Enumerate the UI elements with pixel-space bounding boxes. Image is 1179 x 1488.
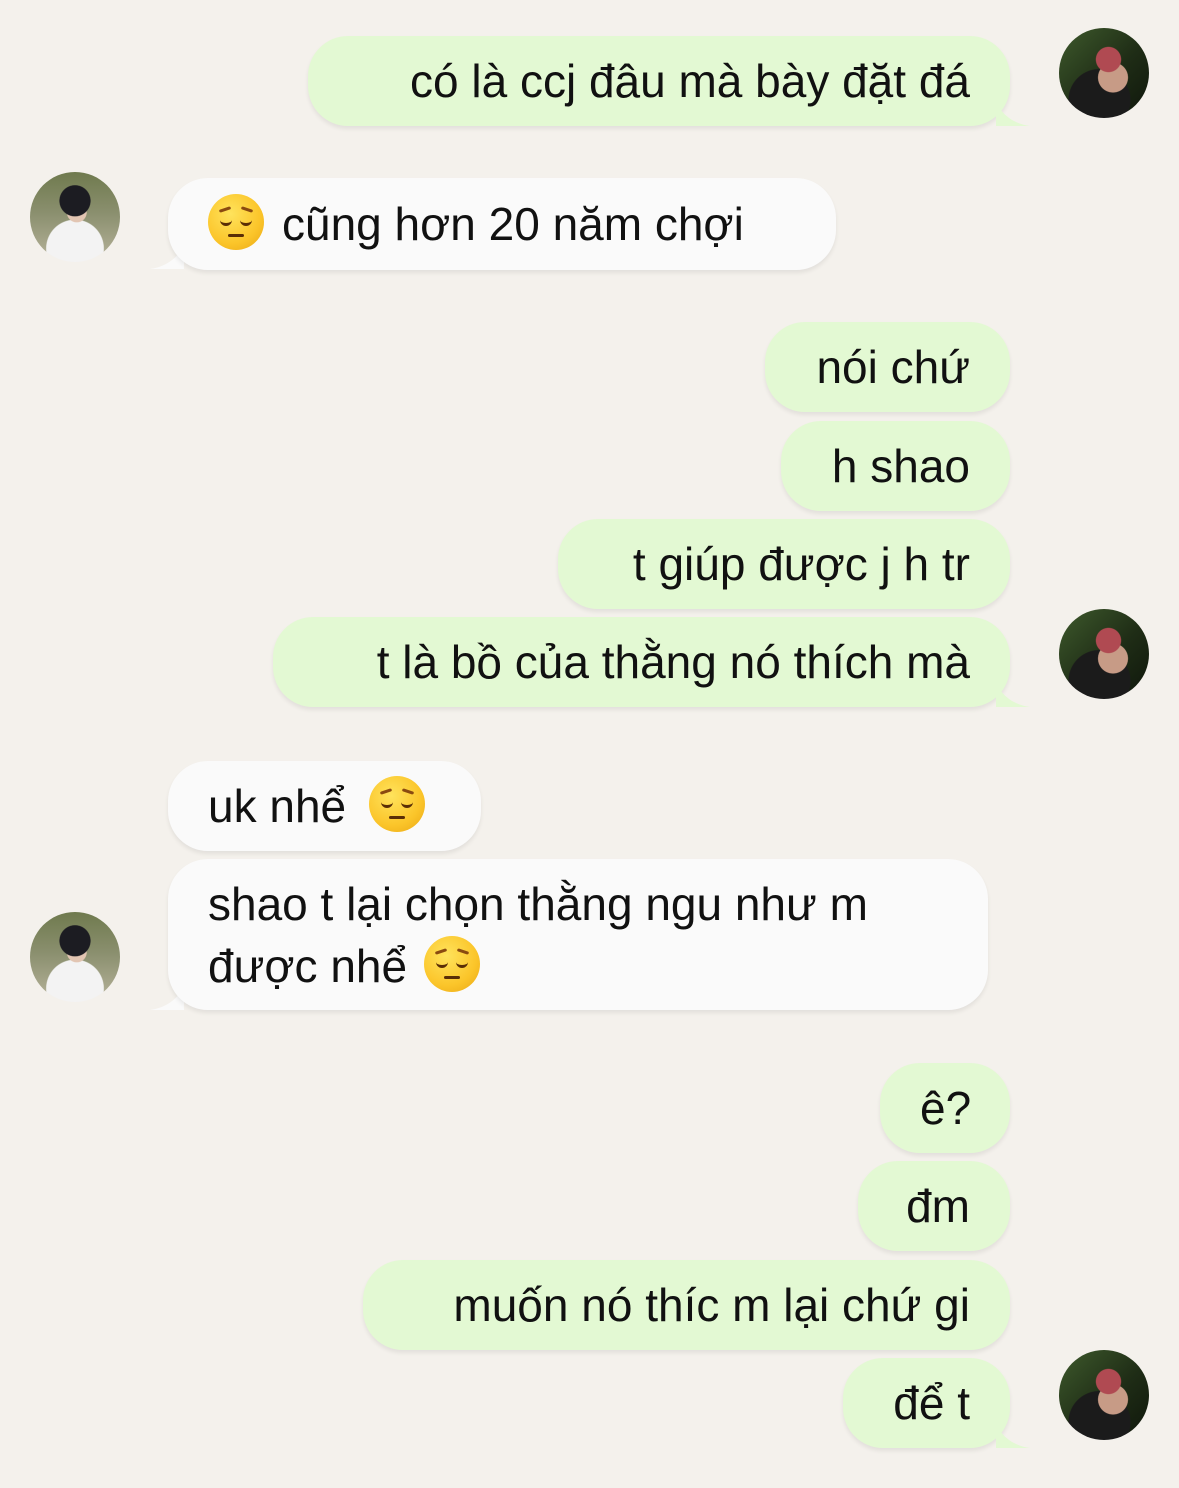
pensive-face-emoji [208, 194, 264, 250]
message-text: uk nhể [208, 780, 347, 832]
message-bubble-outgoing[interactable]: muốn nó thíc m lại chứ gi [363, 1260, 1010, 1350]
message-bubble-outgoing[interactable]: t là bồ của thằng nó thích mà [273, 617, 1010, 707]
bubble-tail-outgoing [996, 681, 1030, 707]
message-text: để t [893, 1377, 970, 1429]
chat-thread: có là ccj đâu mà bày đặt đá cũng hơn 20 … [0, 0, 1179, 1488]
message-text: h shao [831, 440, 970, 492]
message-text: cũng hơn 20 năm chợi [282, 198, 744, 250]
message-text-line: được nhể [208, 935, 948, 997]
bubble-tail-outgoing [996, 1422, 1030, 1448]
pensive-face-emoji [368, 776, 425, 832]
message-text: được nhể [208, 940, 408, 992]
message-bubble-outgoing[interactable]: nói chứ [765, 322, 1010, 412]
bubble-tail-outgoing [996, 100, 1030, 126]
message-bubble-incoming[interactable]: cũng hơn 20 năm chợi [168, 178, 836, 270]
message-bubble-incoming[interactable]: uk nhể [168, 761, 481, 851]
my-avatar[interactable] [1059, 609, 1149, 699]
message-bubble-incoming[interactable]: shao t lại chọn thằng ngu như m được nhể [168, 859, 988, 1010]
contact-avatar[interactable] [30, 912, 120, 1002]
message-bubble-outgoing[interactable]: ê? [880, 1063, 1010, 1153]
message-bubble-outgoing[interactable]: có là ccj đâu mà bày đặt đá [308, 36, 1010, 126]
message-bubble-outgoing[interactable]: đm [858, 1161, 1010, 1251]
message-text: có là ccj đâu mà bày đặt đá [410, 55, 970, 107]
message-text: nói chứ [816, 341, 970, 393]
message-bubble-outgoing[interactable]: t giúp được j h tr [558, 519, 1010, 609]
message-text: ê? [920, 1082, 972, 1134]
my-avatar[interactable] [1059, 28, 1149, 118]
contact-avatar[interactable] [30, 172, 120, 262]
message-bubble-outgoing[interactable]: để t [843, 1358, 1010, 1448]
message-text-line: shao t lại chọn thằng ngu như m [208, 878, 868, 930]
message-text: muốn nó thíc m lại chứ gi [453, 1279, 970, 1331]
pensive-face-emoji [423, 936, 480, 992]
message-text: đm [906, 1180, 970, 1232]
message-bubble-outgoing[interactable]: h shao [781, 421, 1010, 511]
message-text: t là bồ của thằng nó thích mà [376, 636, 970, 688]
my-avatar[interactable] [1059, 1350, 1149, 1440]
message-text: t giúp được j h tr [632, 538, 970, 590]
